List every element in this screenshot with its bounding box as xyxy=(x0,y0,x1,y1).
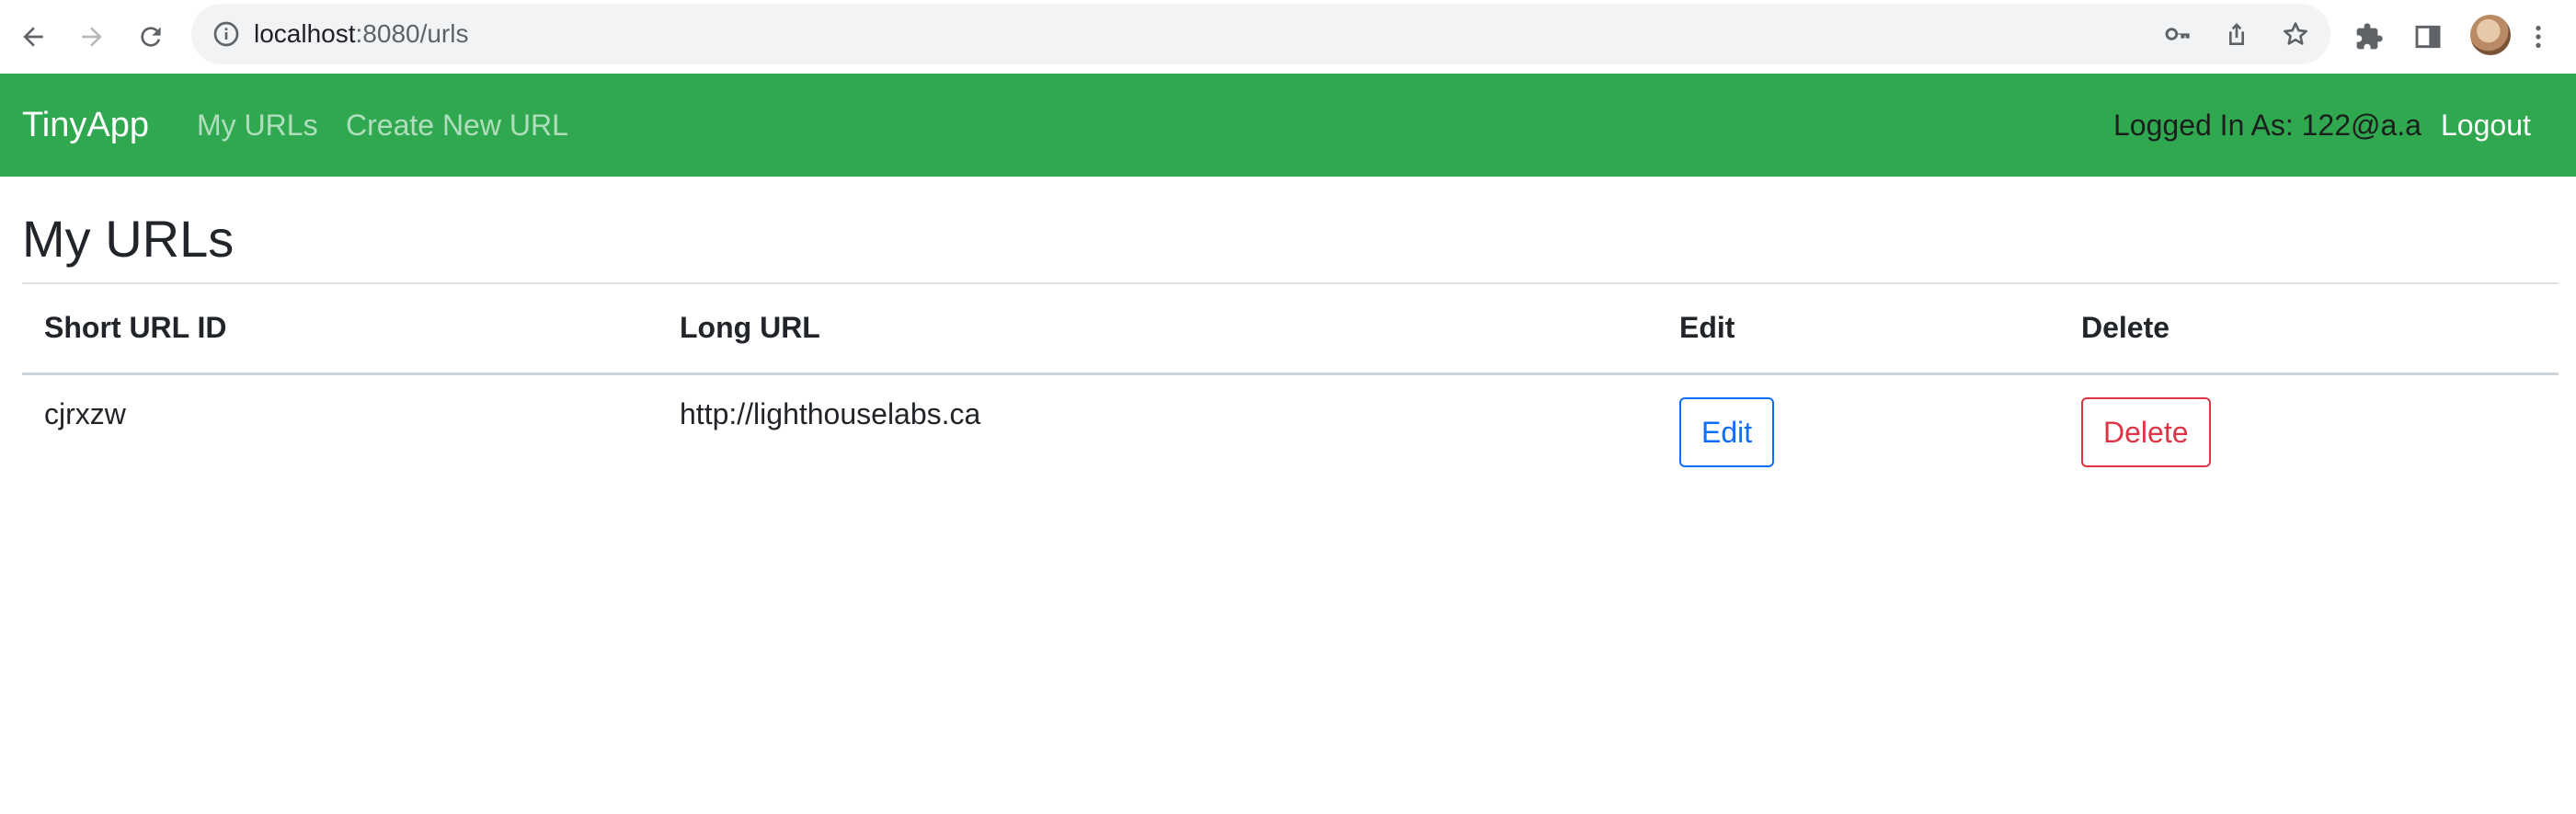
logged-in-status: Logged In As: 122@a.a xyxy=(2113,109,2421,142)
nav-my-urls[interactable]: My URLs xyxy=(197,74,318,177)
nav-create-new-url[interactable]: Create New URL xyxy=(346,74,568,177)
header-long-url: Long URL xyxy=(658,283,1657,375)
header-short-url-id: Short URL ID xyxy=(22,283,658,375)
logout-button[interactable]: Logout xyxy=(2441,74,2531,177)
urls-table: Short URL ID Long URL Edit Delete cjrxzw… xyxy=(22,283,2559,475)
share-icon[interactable] xyxy=(2222,19,2251,49)
header-delete: Delete xyxy=(2059,283,2559,375)
side-panel-icon xyxy=(2415,25,2441,49)
info-icon[interactable] xyxy=(212,19,241,49)
delete-button[interactable]: Delete xyxy=(2081,396,2211,467)
edit-button[interactable]: Edit xyxy=(1679,396,1775,467)
edit-cell: Edit xyxy=(1657,373,2059,475)
page-title: My URLs xyxy=(22,210,235,268)
forward-button[interactable] xyxy=(70,15,114,59)
address-bar[interactable]: localhost:8080/urls xyxy=(191,4,2330,64)
side-panel-button[interactable] xyxy=(2406,15,2450,59)
brand-link[interactable]: TinyApp xyxy=(22,74,149,177)
header-edit: Edit xyxy=(1657,283,2059,375)
back-icon xyxy=(23,27,43,47)
forward-icon xyxy=(82,27,102,47)
back-button[interactable] xyxy=(11,15,55,59)
long-url-cell: http://lighthouselabs.ca xyxy=(680,396,981,430)
extensions-button[interactable] xyxy=(2347,15,2391,59)
url-path: :8080/urls xyxy=(355,19,469,48)
delete-cell: Delete xyxy=(2059,373,2559,475)
table-header-row: Short URL ID Long URL Edit Delete xyxy=(22,283,2559,375)
app-navbar: TinyApp My URLs Create New URL Logged In… xyxy=(0,74,2576,177)
browser-toolbar: localhost:8080/urls xyxy=(0,0,2576,74)
star-icon[interactable] xyxy=(2281,19,2310,49)
url-host: localhost xyxy=(254,19,356,48)
table-row: cjrxzw http://lighthouselabs.ca Edit Del… xyxy=(22,373,2559,475)
reload-button[interactable] xyxy=(129,15,173,59)
reload-icon xyxy=(141,27,161,47)
profile-avatar[interactable] xyxy=(2470,15,2511,55)
key-icon[interactable] xyxy=(2163,19,2192,49)
extensions-icon xyxy=(2356,23,2383,50)
more-icon xyxy=(2536,26,2541,48)
short-url-id-cell: cjrxzw xyxy=(44,396,126,430)
address-url[interactable]: localhost:8080/urls xyxy=(254,4,468,64)
menu-button[interactable] xyxy=(2524,15,2553,59)
